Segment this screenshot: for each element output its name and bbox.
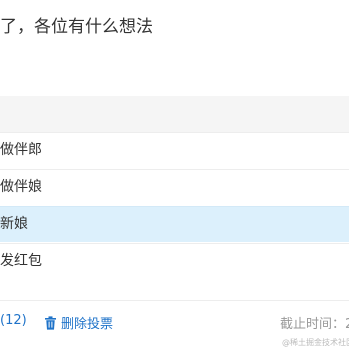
- poll-option-1[interactable]: 做伴郎: [0, 132, 349, 168]
- trash-icon: [45, 315, 56, 330]
- deadline-text: 截止时间：2(: [280, 317, 349, 332]
- watermark: @稀土掘金技术社区: [282, 338, 349, 347]
- poll-option-label: 发红包: [0, 253, 42, 269]
- poll-option-4[interactable]: 发红包: [0, 243, 349, 280]
- footer-divider: [0, 300, 349, 301]
- poll-header-bar: [0, 96, 349, 132]
- poll-option-2[interactable]: 做伴娘: [0, 169, 349, 205]
- delete-poll-button[interactable]: 删除投票: [44, 313, 113, 332]
- poll-title: 了，各位有什么想法: [0, 17, 153, 37]
- poll-option-3[interactable]: 新娘: [0, 206, 349, 242]
- voters-count-link[interactable]: (12): [0, 313, 27, 328]
- poll-option-label: 新娘: [0, 216, 28, 232]
- delete-poll-label: 删除投票: [61, 317, 114, 332]
- poll-option-label: 做伴娘: [0, 179, 42, 195]
- poll-option-label: 做伴郎: [0, 142, 42, 158]
